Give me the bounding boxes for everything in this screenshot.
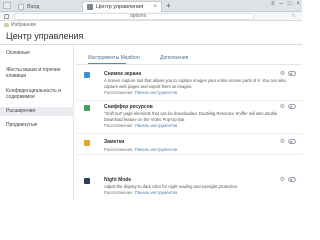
- page-title: Центр управления: [6, 31, 84, 41]
- extension-description: "Sniff out" page elements that can be do…: [104, 111, 278, 122]
- sidebar-item-general[interactable]: Основные: [0, 50, 74, 56]
- divider: [76, 133, 302, 134]
- gear-icon[interactable]: ⚙: [280, 139, 285, 145]
- location-value[interactable]: Панель инструментов: [135, 90, 178, 95]
- extension-item-night-mode: Night Mode Adjust the display to dark co…: [76, 176, 302, 200]
- divider: [76, 154, 302, 155]
- divider: [76, 100, 302, 101]
- extension-title: Сниффер ресурсов: [104, 104, 153, 110]
- menu-icon[interactable]: ≡: [271, 1, 275, 7]
- extension-description: A screen capture tool that allows you to…: [104, 78, 286, 89]
- browser-tab-login[interactable]: Вход: [18, 1, 78, 12]
- enable-toggle[interactable]: [288, 71, 296, 76]
- location-label: Расположение:: [104, 90, 134, 95]
- minimize-icon[interactable]: –: [280, 1, 283, 7]
- extension-location: Расположение: Панель инструментов: [104, 123, 177, 128]
- sniffer-icon: [84, 105, 90, 111]
- bookmarks-bar: Избранное: [0, 21, 302, 29]
- location-value[interactable]: Панель инструментов: [135, 123, 178, 128]
- tab-label: Вход: [27, 3, 40, 10]
- extension-location: Расположение: Панель инструментов: [104, 190, 177, 195]
- moon-icon: [84, 178, 90, 184]
- extension-item-notes: Заметки Расположение: Панель инструменто…: [76, 138, 302, 156]
- favorite-star-icon[interactable]: ☆: [291, 13, 296, 20]
- settings-page-icon: [87, 4, 93, 10]
- notes-icon: [84, 140, 90, 146]
- extension-title: Заметки: [104, 139, 125, 145]
- close-window-icon[interactable]: ×: [296, 1, 300, 7]
- camera-icon: [84, 72, 90, 78]
- sidebar-item-extensions[interactable]: Расширения: [0, 107, 74, 116]
- enable-toggle[interactable]: [288, 104, 296, 109]
- extension-title: Night Mode: [104, 177, 132, 183]
- tab-maxthon-tools[interactable]: Инструменты Maxthon: [88, 55, 140, 61]
- enable-toggle[interactable]: [288, 177, 296, 182]
- location-label: Расположение:: [104, 123, 134, 128]
- sidebar-item-privacy[interactable]: Конфиденциальность и содержимое: [0, 88, 74, 100]
- page-icon: [18, 3, 24, 10]
- location-label: Расположение:: [104, 147, 134, 152]
- extension-title: Снимок экрана: [104, 71, 142, 77]
- extension-item-resource-sniffer: Сниффер ресурсов "Sniff out" page elemen…: [76, 103, 302, 135]
- browser-tab-control-center[interactable]: Центр управления ×: [82, 1, 162, 12]
- extension-location: Расположение: Панель инструментов: [104, 147, 177, 152]
- sidebar-item-gestures[interactable]: Жесты мыши и горячие клавиши: [0, 67, 74, 79]
- extension-description: Adjust the display to dark color for nig…: [104, 184, 239, 189]
- location-value[interactable]: Панель инструментов: [135, 190, 178, 195]
- maximize-icon[interactable]: □: [288, 1, 292, 7]
- folder-icon: [4, 23, 9, 27]
- location-label: Расположение:: [104, 190, 134, 195]
- extension-item-screenshot: Снимок экрана A screen capture tool that…: [76, 70, 302, 102]
- gear-icon[interactable]: ⚙: [280, 104, 285, 110]
- address-bar: options ☆: [0, 12, 302, 21]
- tab-strip: Вход Центр управления × + ≡ – □ ×: [0, 0, 302, 12]
- tab-label: Центр управления: [96, 4, 144, 10]
- divider: [76, 64, 302, 65]
- location-value[interactable]: Панель инструментов: [135, 147, 178, 152]
- tab-addons[interactable]: Дополнения: [160, 55, 188, 61]
- gear-icon[interactable]: ⚙: [280, 177, 285, 183]
- settings-sidebar: Основные Жесты мыши и горячие клавиши Ко…: [0, 45, 74, 200]
- lock-icon: [4, 14, 9, 19]
- bookmarks-folder[interactable]: Избранное: [11, 21, 36, 29]
- url-text: options: [130, 13, 147, 19]
- new-tab-button[interactable]: +: [166, 2, 171, 10]
- close-tab-icon[interactable]: ×: [153, 4, 157, 10]
- gear-icon[interactable]: ⚙: [280, 71, 285, 77]
- sidebar-toggle-icon[interactable]: [3, 2, 11, 9]
- extension-location: Расположение: Панель инструментов: [104, 90, 177, 95]
- sidebar-item-advanced[interactable]: Продвинутые: [0, 122, 74, 128]
- enable-toggle[interactable]: [288, 139, 296, 144]
